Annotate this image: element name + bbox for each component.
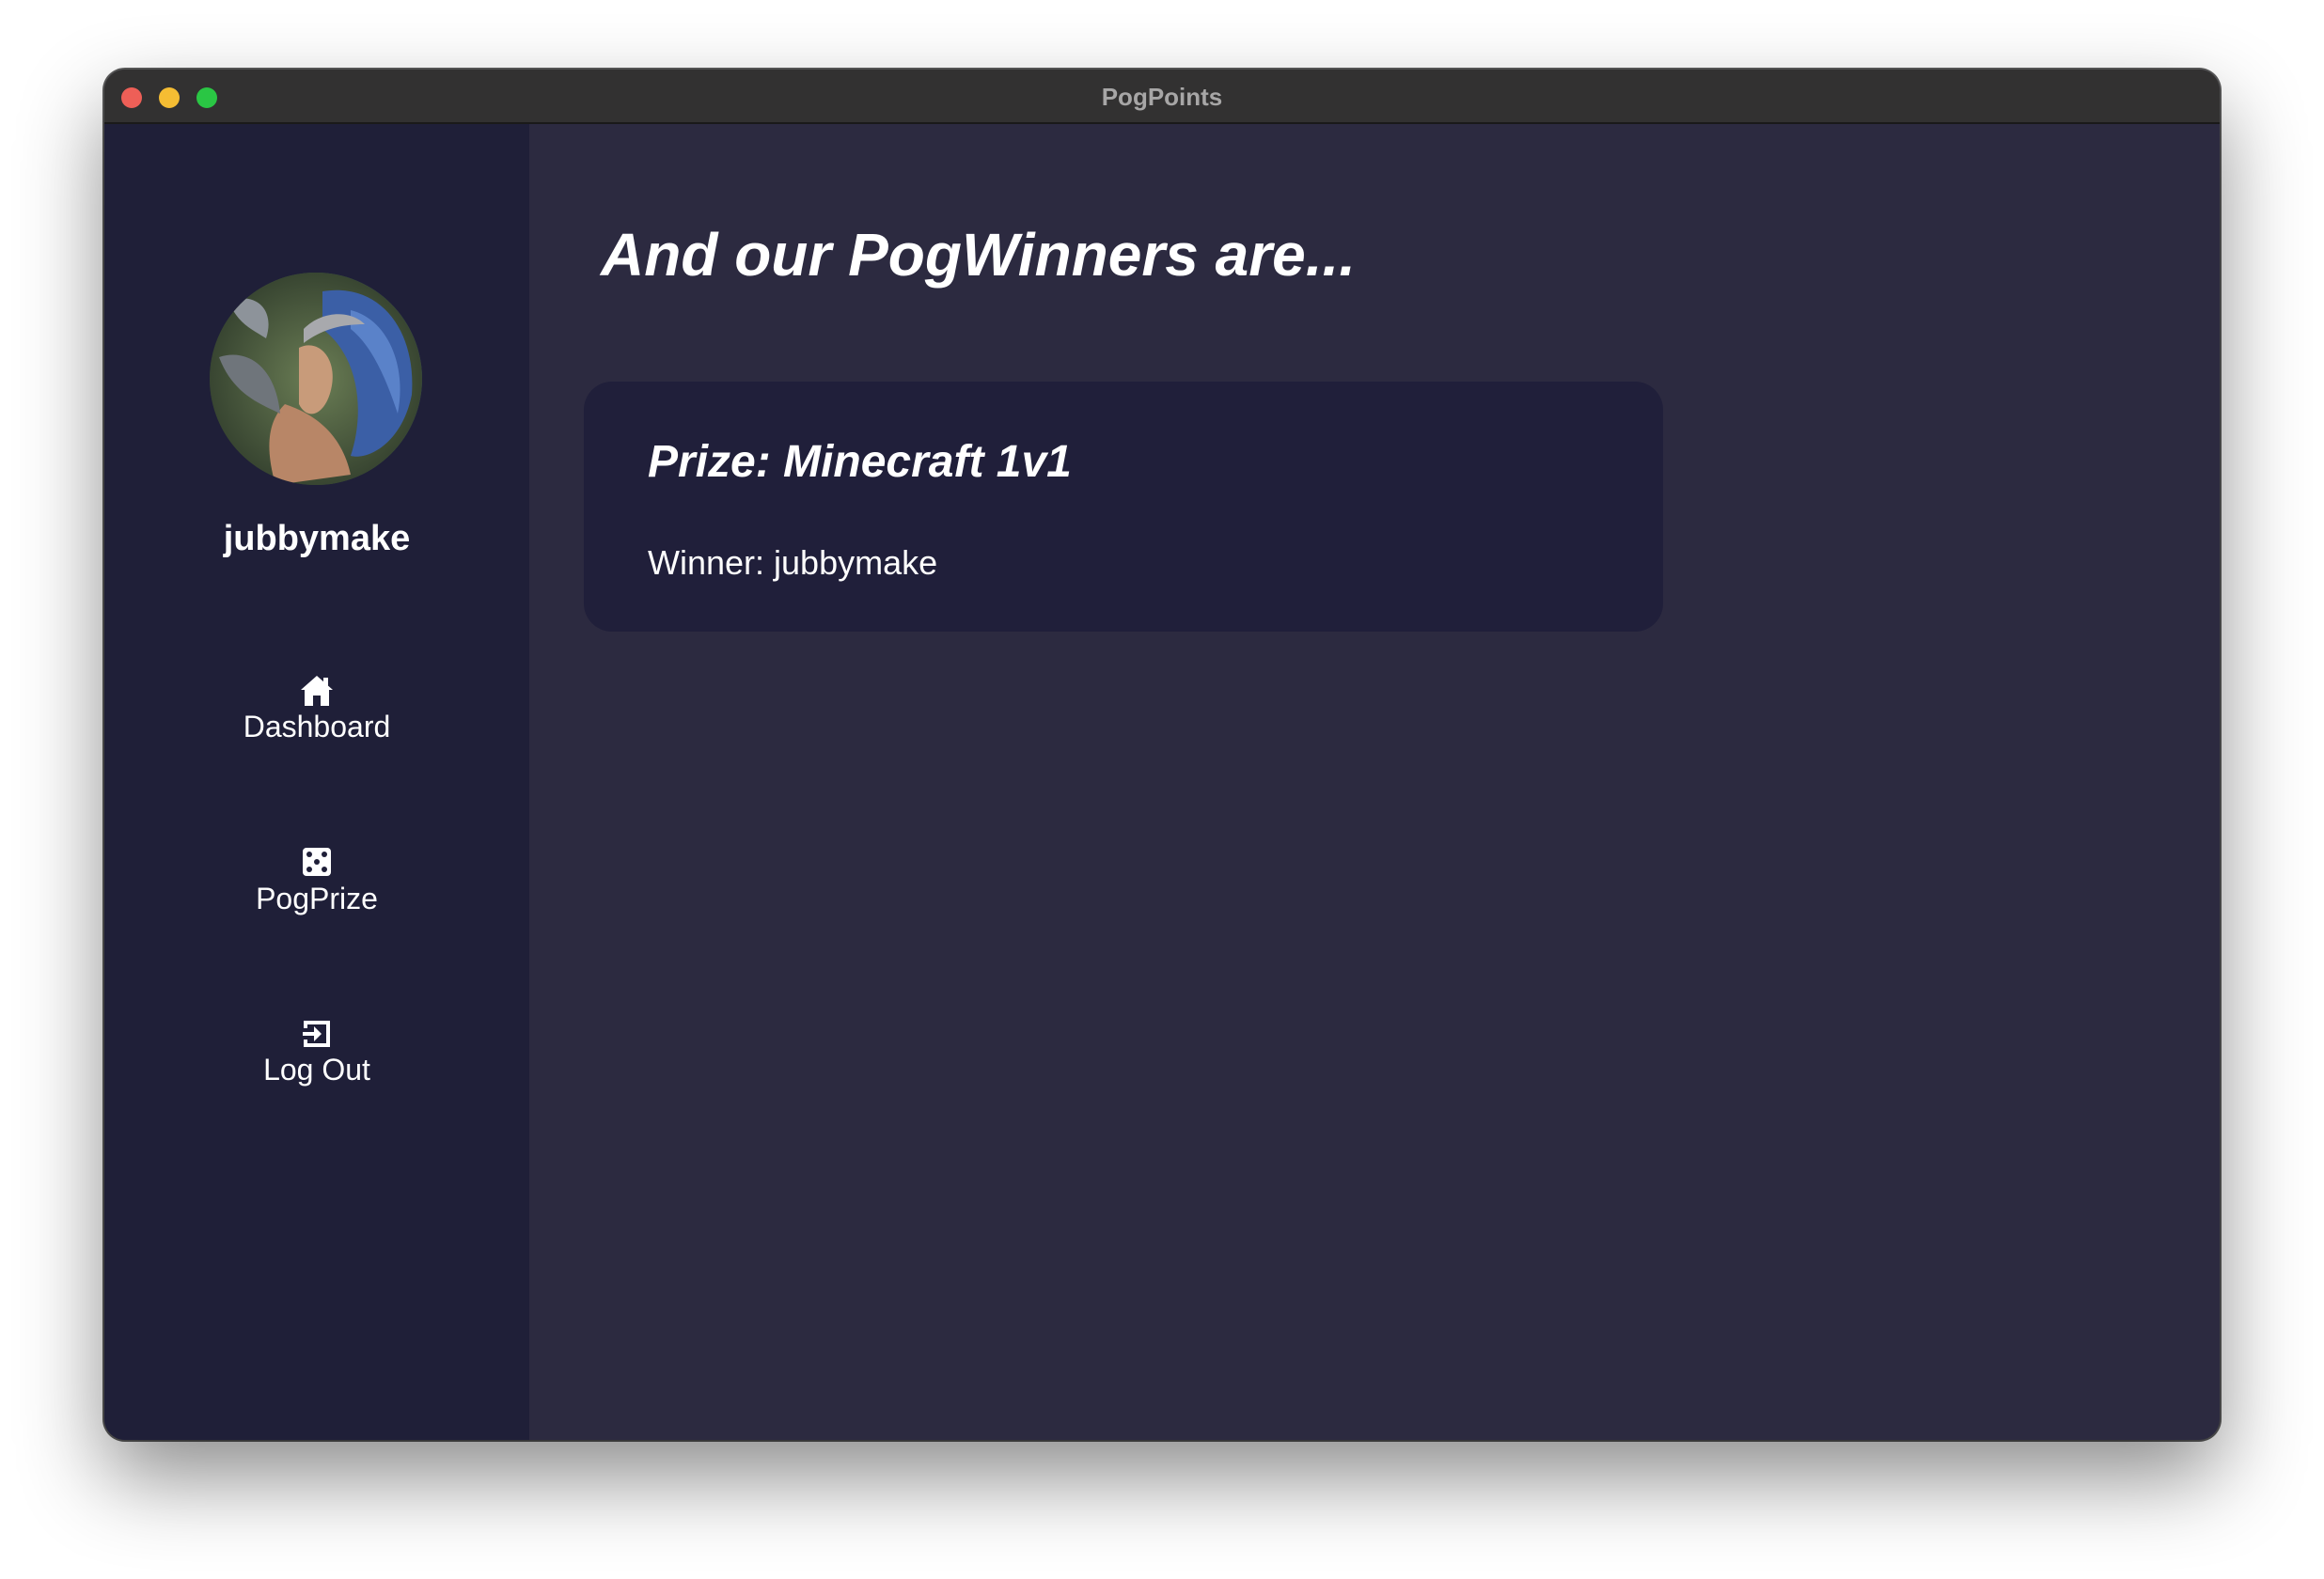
username-label: jubbymake [223,519,411,558]
avatar-image-icon [210,273,422,485]
app-window: PogPoints jubbymake Dashboard PogPrize L… [104,70,2220,1440]
sidebar-item-pogprize[interactable]: PogPrize [104,846,529,949]
winner-card: Prize: Minecraft 1v1 Winner: jubbymake [584,382,1663,632]
sidebar-item-label: Log Out [263,1053,370,1087]
dice-icon [303,848,331,876]
sidebar-item-label: Dashboard [243,710,391,743]
logout-icon [303,1021,330,1047]
home-icon [301,676,333,706]
sidebar: jubbymake Dashboard PogPrize Log Out [104,124,529,1440]
winner-label: Winner: jubbymake [648,543,938,582]
window-title: PogPoints [1101,83,1223,111]
prize-title: Prize: Minecraft 1v1 [648,437,1072,487]
sidebar-item-dashboard[interactable]: Dashboard [104,674,529,777]
sidebar-item-label: PogPrize [256,882,378,915]
page-title: And our PogWinners are... [601,221,1357,289]
sidebar-item-logout[interactable]: Log Out [104,1017,529,1120]
title-bar: PogPoints [104,70,2220,124]
user-avatar [210,273,422,485]
